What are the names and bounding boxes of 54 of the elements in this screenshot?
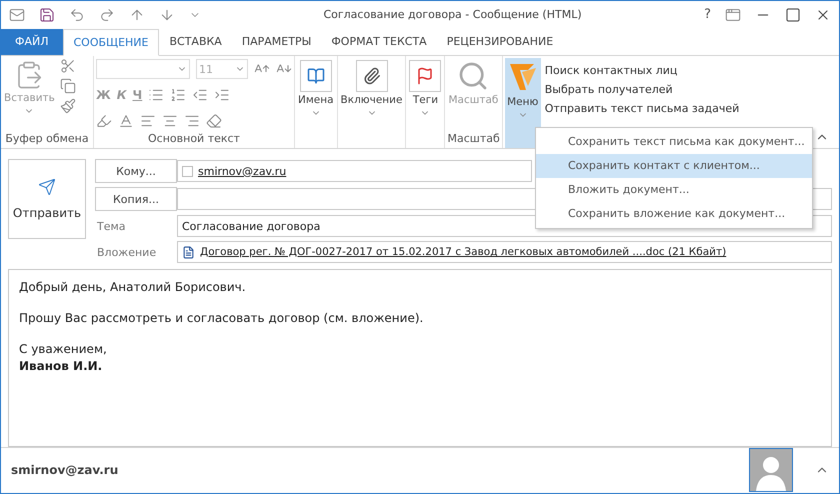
recipient-link[interactable]: smirnov@zav.ru <box>198 164 286 178</box>
ribbon-tab[interactable]: СООБЩЕНИЕ <box>62 28 160 56</box>
help-button[interactable]: ? <box>704 7 711 22</box>
group-label: Масштаб <box>447 132 500 148</box>
magnifier-icon <box>457 60 490 92</box>
menu-button[interactable]: Меню <box>504 58 541 148</box>
to-field[interactable]: smirnov@zav.ru <box>177 160 532 182</box>
cut-icon[interactable] <box>60 58 76 74</box>
font-color-icon[interactable] <box>118 113 134 130</box>
send-button[interactable]: Отправить <box>8 159 86 240</box>
menu-item[interactable]: Сохранить контакт с клиентом... <box>536 154 812 178</box>
menu-item[interactable]: Сохранить текст письма как документ... <box>536 130 812 154</box>
font-name-field[interactable] <box>96 59 190 80</box>
checkbox[interactable] <box>182 166 193 177</box>
to-button[interactable]: Кому... <box>95 159 177 184</box>
group-label: Буфер обмена <box>4 132 90 148</box>
brush-icon[interactable] <box>60 98 76 114</box>
attachment-field[interactable]: Договор рег. № ДОГ-0027-2017 от 15.02.2017 с Завод легковых автомобилей ....doc (21 Кбайт) <box>177 241 832 264</box>
send-icon <box>38 178 56 196</box>
menu-item[interactable]: Вложить документ... <box>536 178 812 202</box>
ribbon-command[interactable]: Поиск контактных лиц <box>544 62 740 80</box>
book-icon <box>306 67 325 86</box>
redo-icon[interactable] <box>99 6 115 23</box>
attachment-link[interactable]: Договор рег. № ДОГ-0027-2017 от 15.02.2017 с Завод легковых автомобилей ....doc (21 Кбайт) <box>200 246 726 258</box>
subject-label: Тема <box>96 220 127 233</box>
body-text: Иванов И.И. <box>19 359 104 374</box>
include-button[interactable]: Включение <box>340 58 404 148</box>
paperclip-icon <box>362 67 380 86</box>
body-text: Прошу Вас рассмотреть и согласовать договор (см. вложение). <box>19 311 424 326</box>
body-text: С уважением, <box>19 342 108 356</box>
mail-icon[interactable] <box>9 6 25 23</box>
sender-email: smirnov@zav.ru <box>11 463 120 478</box>
copy-icon[interactable] <box>60 78 76 94</box>
flag-icon <box>416 67 434 86</box>
eraser-icon[interactable] <box>206 113 222 130</box>
cc-button[interactable]: Копия... <box>95 187 177 212</box>
highlighter-icon[interactable] <box>96 113 112 130</box>
document-icon <box>182 246 195 259</box>
ribbon-command[interactable]: Отправить текст письма задачей <box>544 100 740 118</box>
maximize-icon[interactable] <box>785 6 801 23</box>
names-button[interactable]: Имена <box>297 58 335 148</box>
body-text: Добрый день, Анатолий Борисович. <box>19 280 247 294</box>
ribbon-command[interactable]: Выбрать получателей <box>544 81 740 98</box>
tags-button[interactable]: Теги <box>408 58 442 148</box>
group-label: Основной текст <box>147 132 241 148</box>
ribbon-display-icon[interactable] <box>725 6 741 23</box>
file-tab[interactable]: ФАЙЛ <box>1 28 62 56</box>
undo-icon[interactable] <box>69 6 85 23</box>
menu-item[interactable]: Сохранить вложение как документ... <box>536 202 812 226</box>
window-title: Согласование договора - Сообщение (HTML) <box>322 8 583 22</box>
message-body[interactable]: Добрый день, Анатолий Борисович. Прошу Вас рассмотреть и согласовать договор (см. вложение). С уважением, Иванов И.И. <box>8 269 832 447</box>
attachment-label: Вложение <box>96 246 158 259</box>
save-icon[interactable] <box>39 6 55 23</box>
numbering-icon[interactable] <box>170 87 186 104</box>
